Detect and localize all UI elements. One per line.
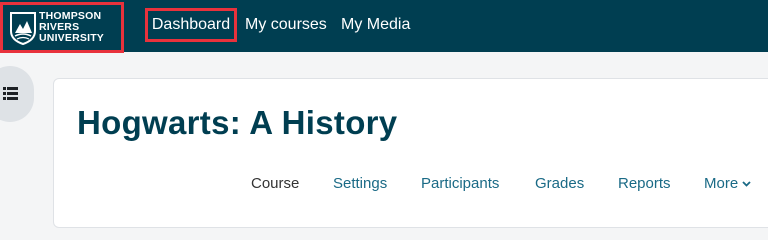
top-navbar: THOMPSON RIVERS UNIVERSITY Dashboard My … [0, 0, 768, 53]
nav-my-media-link[interactable]: My Media [341, 8, 410, 42]
tab-more-label: More [704, 175, 739, 192]
tab-more[interactable]: More [704, 174, 751, 194]
course-header-card [53, 78, 768, 228]
tab-grades[interactable]: Grades [535, 174, 584, 194]
nav-dashboard-link[interactable]: Dashboard [145, 8, 237, 42]
tab-participants[interactable]: Participants [421, 174, 499, 194]
tab-reports[interactable]: Reports [618, 174, 671, 194]
drawer-toggle-button[interactable] [0, 66, 34, 122]
chevron-down-icon [742, 181, 751, 187]
shield-logo-icon [10, 12, 36, 45]
tab-course[interactable]: Course [251, 174, 299, 194]
list-icon [3, 87, 18, 100]
tab-settings[interactable]: Settings [333, 174, 387, 194]
university-logo[interactable]: THOMPSON RIVERS UNIVERSITY [0, 2, 124, 53]
course-title: Hogwarts: A History [77, 104, 398, 141]
logo-wordmark: THOMPSON RIVERS UNIVERSITY [39, 11, 104, 44]
logo-line-3: UNIVERSITY [39, 32, 105, 44]
nav-my-courses-link[interactable]: My courses [245, 8, 327, 42]
